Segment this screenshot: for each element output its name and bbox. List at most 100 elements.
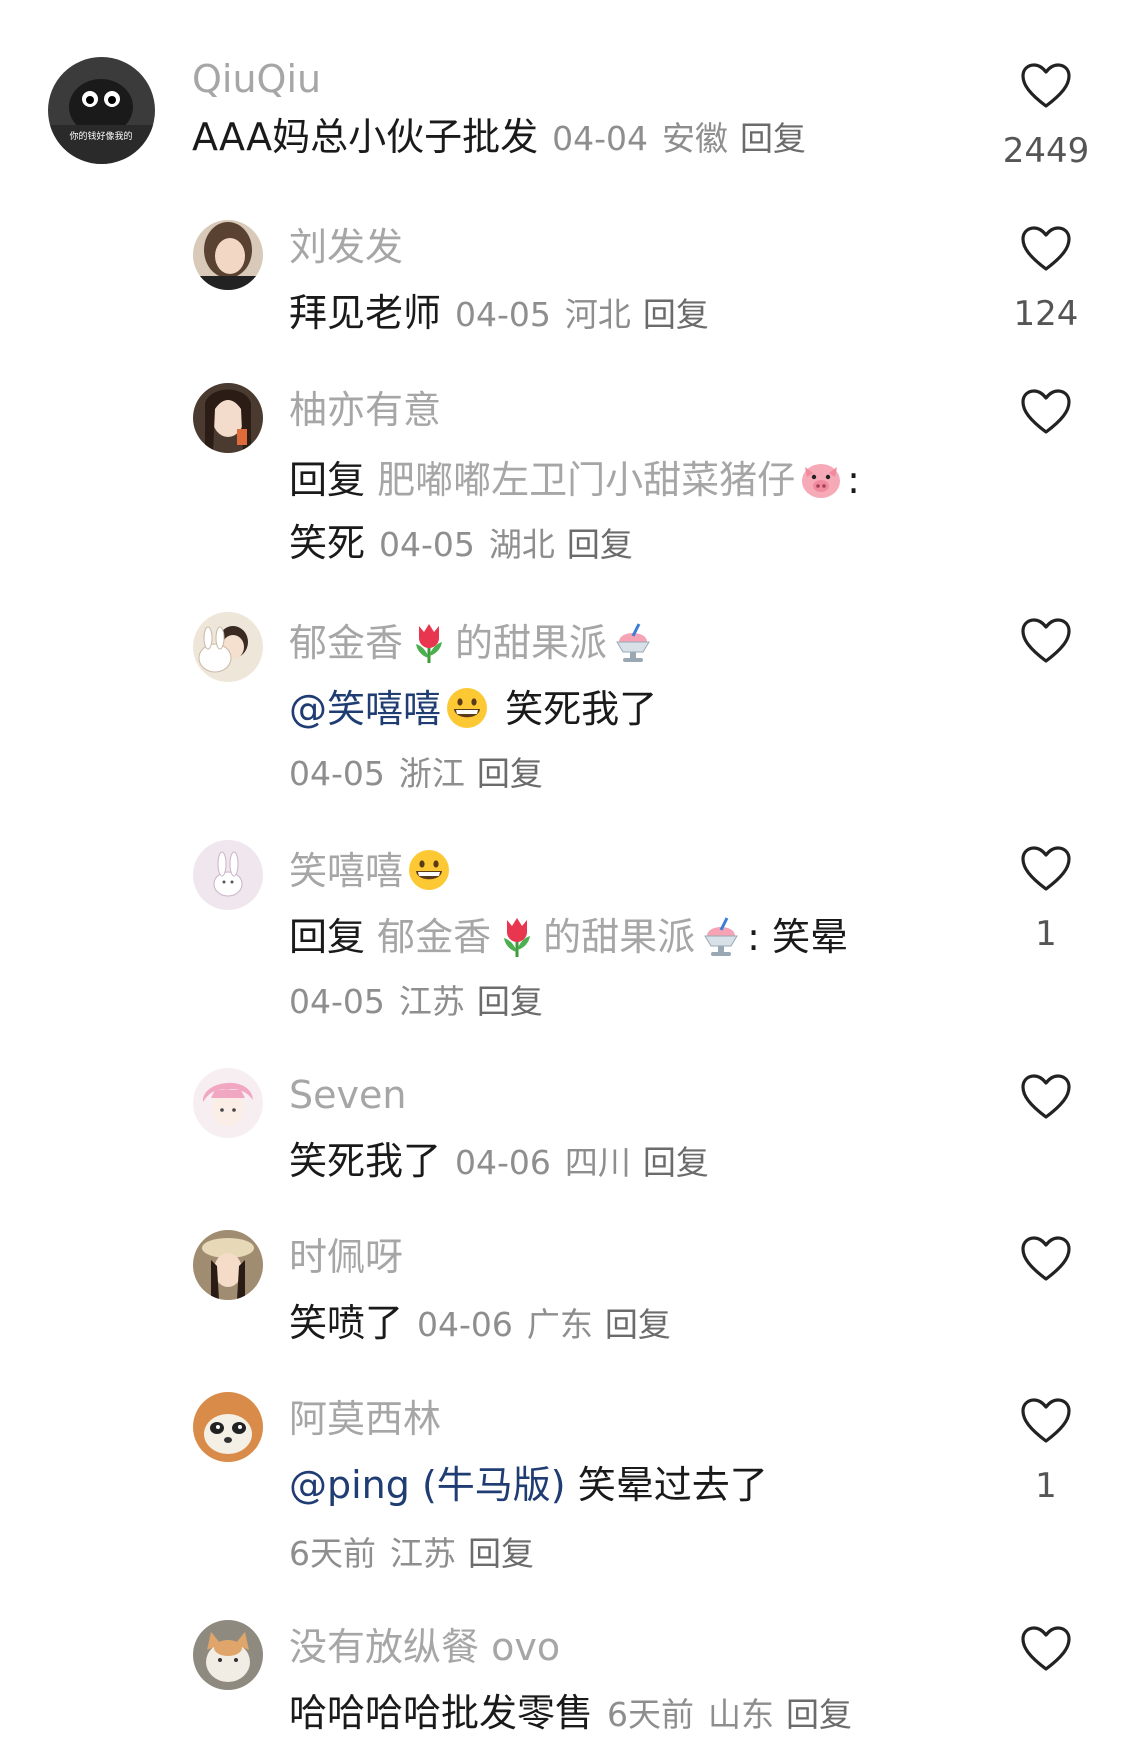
avatar[interactable] bbox=[193, 1392, 263, 1462]
heart-icon[interactable] bbox=[1020, 1625, 1072, 1673]
heart-icon[interactable] bbox=[1020, 62, 1072, 110]
reply-button[interactable]: 回复 bbox=[740, 119, 806, 158]
grinning-face-icon bbox=[407, 848, 451, 892]
heart-icon[interactable] bbox=[1020, 388, 1072, 436]
heart-icon[interactable] bbox=[1020, 225, 1072, 273]
comment-date: 04-05 bbox=[289, 982, 385, 1021]
comment-text-line: 拜见老师 04-05 河北 回复 bbox=[289, 294, 709, 332]
comment-date: 04-06 bbox=[455, 1143, 551, 1182]
comment-text: 笑晕过去了 bbox=[577, 1463, 768, 1507]
avatar[interactable] bbox=[193, 612, 263, 682]
avatar[interactable] bbox=[193, 220, 263, 290]
comment-region: 江苏 bbox=[398, 982, 465, 1021]
comment-text-line: 笑死我了 04-06 四川 回复 bbox=[289, 1142, 709, 1180]
comment-region: 山东 bbox=[708, 1695, 775, 1734]
like-count: 1 bbox=[1035, 1466, 1057, 1506]
username[interactable]: 刘发发 bbox=[289, 228, 403, 266]
username-part: 郁金香 bbox=[289, 621, 404, 665]
username-part: 笑嘻嘻 bbox=[289, 849, 404, 893]
reply-button[interactable]: 回复 bbox=[567, 525, 633, 564]
avatar[interactable] bbox=[193, 1620, 263, 1690]
comment-date: 6天前 bbox=[289, 1534, 376, 1573]
reply-button[interactable]: 回复 bbox=[643, 295, 709, 334]
reply-button[interactable]: 回复 bbox=[477, 982, 543, 1021]
username-part: 的甜果派 bbox=[543, 915, 696, 959]
reply-button[interactable]: 回复 bbox=[468, 1534, 534, 1573]
comment-text: 哈哈哈哈批发零售 bbox=[289, 1691, 594, 1735]
reply-button[interactable]: 回复 bbox=[643, 1143, 709, 1182]
comment-date: 6天前 bbox=[607, 1695, 695, 1734]
comment-text-line: AAA妈总小伙子批发 04-04 安徽 回复 bbox=[192, 118, 806, 156]
heart-icon[interactable] bbox=[1020, 1235, 1072, 1283]
comment-meta-line: 04-05 江苏 回复 bbox=[289, 981, 543, 1019]
reply-button[interactable]: 回复 bbox=[477, 754, 543, 793]
comment-text: 笑死 bbox=[289, 521, 366, 565]
comment-date: 04-04 bbox=[552, 119, 648, 158]
shaved-ice-icon bbox=[611, 620, 655, 664]
username[interactable]: 阿莫西林 bbox=[289, 1400, 441, 1438]
comment-region: 安徽 bbox=[662, 119, 728, 158]
comment-text: 笑死我了 bbox=[505, 687, 658, 731]
colon: : bbox=[747, 915, 760, 959]
comment-date: 04-05 bbox=[289, 754, 385, 793]
reply-target-username[interactable]: 肥嘟嘟左卫门小甜菜猪仔 bbox=[377, 458, 795, 502]
comment-region: 四川 bbox=[564, 1143, 631, 1182]
comment-text-line: @笑嘻嘻 笑死我了 bbox=[289, 686, 657, 730]
comment-text: 笑死我了 bbox=[289, 1139, 442, 1183]
reply-button[interactable]: 回复 bbox=[786, 1695, 852, 1734]
reply-target-username[interactable]: 郁金香 的甜果派 bbox=[377, 915, 747, 959]
username-part: 郁金香 bbox=[377, 915, 492, 959]
avatar[interactable]: 你的钱好像我的 bbox=[48, 57, 155, 164]
colon: : bbox=[847, 458, 860, 502]
username[interactable]: 时佩呀 bbox=[289, 1238, 403, 1276]
comment-date: 04-05 bbox=[379, 525, 475, 564]
comment-text: AAA妈总小伙子批发 bbox=[192, 115, 539, 159]
reply-target-line: 回复 郁金香 的甜果派: 笑晕 bbox=[289, 914, 848, 958]
grinning-face-icon bbox=[445, 686, 489, 730]
avatar[interactable] bbox=[193, 840, 263, 910]
comment-date: 04-06 bbox=[417, 1305, 513, 1344]
shaved-ice-icon bbox=[699, 914, 743, 958]
username[interactable]: 笑嘻嘻 bbox=[289, 848, 455, 892]
comment-text: 笑喷了 bbox=[289, 1301, 404, 1345]
comment-region: 江苏 bbox=[390, 1534, 456, 1573]
comment-region: 湖北 bbox=[488, 525, 555, 564]
reply-button[interactable]: 回复 bbox=[605, 1305, 671, 1344]
comment-text-line: 哈哈哈哈批发零售 6天前 山东 回复 bbox=[289, 1694, 852, 1732]
heart-icon[interactable] bbox=[1020, 1397, 1072, 1445]
comment-text-line: @ping (牛马版) 笑晕过去了 bbox=[289, 1466, 768, 1504]
avatar[interactable] bbox=[193, 1230, 263, 1300]
heart-icon[interactable] bbox=[1020, 617, 1072, 665]
heart-icon[interactable] bbox=[1020, 1073, 1072, 1121]
comment-region: 浙江 bbox=[398, 754, 465, 793]
username[interactable]: QiuQiu bbox=[192, 60, 321, 98]
mention-link[interactable]: @笑嘻嘻 bbox=[289, 687, 441, 731]
comment-region: 河北 bbox=[564, 295, 631, 334]
heart-icon[interactable] bbox=[1020, 845, 1072, 893]
comment-text: 拜见老师 bbox=[289, 291, 442, 335]
like-count: 1 bbox=[1035, 914, 1057, 954]
pig-face-icon bbox=[799, 457, 843, 501]
reply-target-line: 回复 肥嘟嘟左卫门小甜菜猪仔: bbox=[289, 457, 860, 501]
svg-text:你的钱好像我的: 你的钱好像我的 bbox=[69, 130, 132, 142]
tulip-icon bbox=[495, 914, 539, 958]
comment-text-line: 笑喷了 04-06 广东 回复 bbox=[289, 1304, 671, 1342]
like-count: 124 bbox=[1013, 294, 1079, 334]
username[interactable]: Seven bbox=[289, 1076, 406, 1114]
username-part: 的甜果派 bbox=[455, 621, 608, 665]
comment-meta-line: 04-05 浙江 回复 bbox=[289, 753, 543, 791]
username[interactable]: 柚亦有意 bbox=[289, 391, 441, 429]
username[interactable]: 没有放纵餐 ovo bbox=[289, 1628, 560, 1666]
comment-date: 04-05 bbox=[455, 295, 551, 334]
avatar[interactable] bbox=[193, 383, 263, 453]
like-count: 2449 bbox=[1002, 131, 1090, 171]
avatar[interactable] bbox=[193, 1068, 263, 1138]
reply-prefix: 回复 bbox=[289, 915, 366, 959]
reply-prefix: 回复 bbox=[289, 458, 366, 502]
comment-region: 广东 bbox=[526, 1305, 593, 1344]
comment-text: 笑晕 bbox=[772, 915, 849, 959]
username[interactable]: 郁金香 的甜果派 bbox=[289, 620, 659, 664]
comment-meta-line: 6天前 江苏 回复 bbox=[289, 1533, 534, 1571]
tulip-icon bbox=[407, 620, 451, 664]
mention-link[interactable]: @ping (牛马版) bbox=[289, 1463, 566, 1507]
